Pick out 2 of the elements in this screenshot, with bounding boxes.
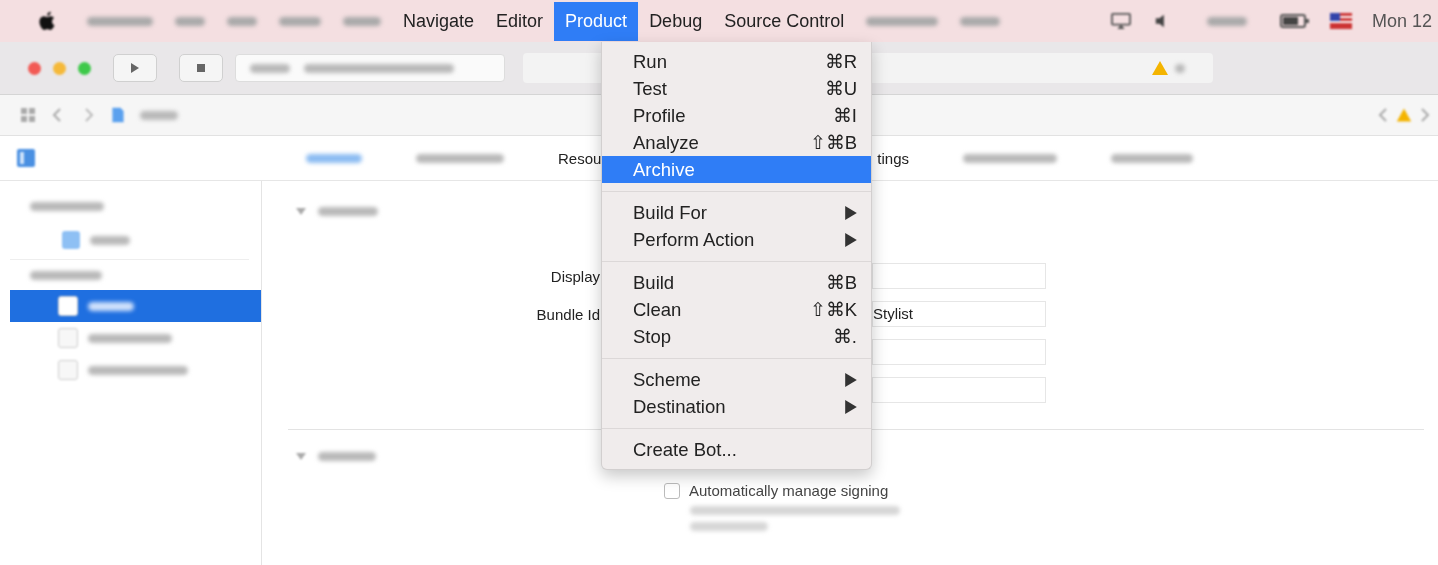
field-label: Display	[549, 267, 600, 285]
field-label: Bundle Id	[535, 305, 600, 323]
